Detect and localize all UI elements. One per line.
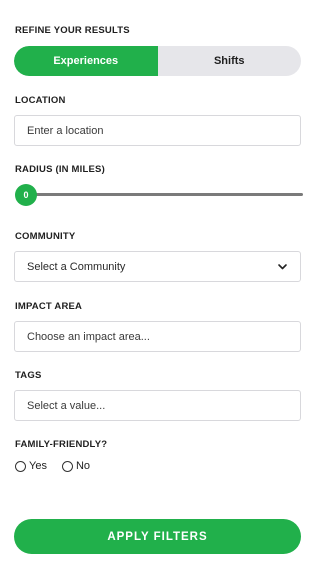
tags-placeholder: Select a value... [27, 399, 106, 412]
chevron-down-icon [278, 264, 287, 270]
impact-area-label: IMPACT AREA [15, 301, 83, 312]
radius-slider-track[interactable] [30, 193, 303, 196]
location-input[interactable]: Enter a location [14, 115, 301, 146]
results-type-toggle[interactable]: Experiences Shifts [14, 46, 301, 76]
community-selected-value: Select a Community [27, 260, 126, 273]
family-friendly-label: FAMILY-FRIENDLY? [15, 439, 108, 450]
tab-shifts[interactable]: Shifts [158, 46, 302, 76]
family-friendly-no[interactable]: No [61, 460, 91, 472]
location-placeholder: Enter a location [27, 124, 104, 137]
tags-input[interactable]: Select a value... [14, 390, 301, 421]
tab-experiences[interactable]: Experiences [14, 46, 158, 76]
radio-label-no: No [75, 460, 91, 472]
family-friendly-options: Yes No [15, 460, 105, 472]
radius-slider-thumb[interactable]: 0 [15, 184, 37, 206]
tags-label: TAGS [15, 370, 42, 381]
radius-label: RADIUS (IN MILES) [15, 164, 105, 175]
impact-area-placeholder: Choose an impact area... [27, 330, 150, 343]
radio-icon[interactable] [61, 460, 73, 472]
family-friendly-yes[interactable]: Yes [15, 460, 47, 472]
refine-title: REFINE YOUR RESULTS [15, 25, 130, 36]
apply-filters-button[interactable]: APPLY FILTERS [14, 519, 301, 554]
community-select[interactable]: Select a Community [14, 251, 301, 282]
impact-area-input[interactable]: Choose an impact area... [14, 321, 301, 352]
location-label: LOCATION [15, 95, 66, 106]
radio-label-yes: Yes [29, 460, 47, 472]
radio-icon[interactable] [15, 460, 26, 472]
community-label: COMMUNITY [15, 231, 76, 242]
